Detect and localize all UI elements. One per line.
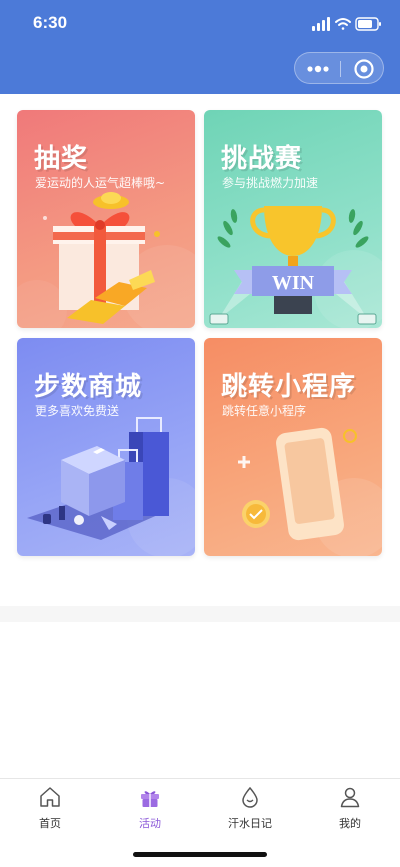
- section-divider: [0, 606, 400, 622]
- more-icon[interactable]: [303, 59, 333, 79]
- battery-icon: [355, 17, 381, 31]
- tab-label: 我的: [339, 817, 361, 830]
- wifi-icon: [335, 18, 351, 30]
- card-subtitle: 跳转任意小程序: [222, 404, 307, 418]
- capsule-divider: [340, 61, 341, 77]
- card-title: 抽奖: [34, 144, 89, 174]
- sweat-drop-icon: [242, 786, 258, 808]
- user-icon: [340, 787, 360, 808]
- status-time: 6:30: [33, 13, 68, 32]
- card-subtitle: 参与挑战燃力加速: [222, 176, 319, 190]
- tab-label: 汗水日记: [228, 817, 272, 830]
- tab-mine[interactable]: 我的: [300, 785, 400, 833]
- tab-home[interactable]: 首页: [0, 785, 100, 833]
- step-mall-card[interactable]: 步数商城 更多喜欢免费送: [17, 338, 195, 556]
- lottery-card[interactable]: 抽奖 爱运动的人运气超棒哦~: [17, 110, 195, 328]
- close-miniprogram-icon[interactable]: [353, 58, 375, 80]
- signal-icon: [312, 17, 330, 31]
- home-icon: [40, 787, 60, 807]
- gift-icon: [141, 791, 159, 807]
- tab-label: 首页: [39, 817, 61, 830]
- card-title: 挑战赛: [221, 144, 303, 174]
- win-badge-text: WIN: [272, 272, 315, 294]
- tab-label: 活动: [139, 817, 161, 830]
- status-icons: [312, 17, 381, 31]
- miniprogram-capsule: [294, 52, 384, 84]
- card-title: 步数商城: [34, 372, 143, 402]
- home-indicator: [133, 852, 267, 857]
- header: 6:30: [0, 0, 400, 94]
- miniprogram-card[interactable]: 跳转小程序 跳转任意小程序: [204, 338, 382, 556]
- card-title: 跳转小程序: [221, 372, 357, 402]
- tab-sweat-diary[interactable]: 汗水日记: [200, 785, 300, 833]
- challenge-card[interactable]: WIN 挑战赛 参与挑战燃力加速: [204, 110, 382, 328]
- tab-activity[interactable]: 活动: [100, 785, 200, 833]
- card-subtitle: 更多喜欢免费送: [35, 404, 120, 418]
- card-subtitle: 爱运动的人运气超棒哦~: [35, 176, 166, 190]
